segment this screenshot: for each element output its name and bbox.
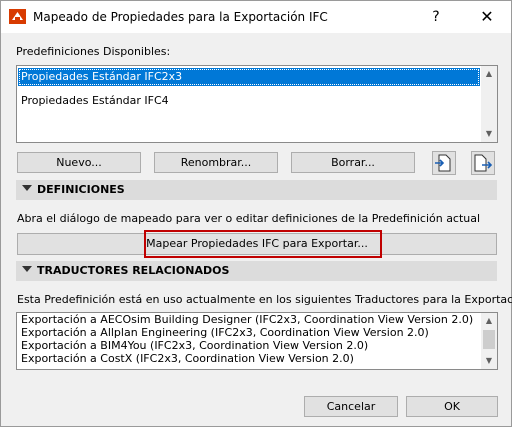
presets-list[interactable]: Propiedades Estándar IFC2x3 Propiedades … [16, 65, 498, 143]
title-bar: Mapeado de Propiedades para la Exportaci… [1, 1, 511, 33]
translators-section-header[interactable]: TRADUCTORES RELACIONADOS [16, 261, 497, 281]
translators-scrollbar[interactable]: ▲ ▼ [481, 313, 497, 369]
definitions-description: Abra el diálogo de mapeado para ver o ed… [17, 212, 481, 225]
scrollbar-thumb[interactable] [483, 330, 495, 349]
cancel-button[interactable]: Cancelar [304, 396, 398, 417]
presets-label: Predefiniciones Disponibles: [16, 45, 171, 58]
import-preset-button[interactable] [432, 151, 456, 175]
collapse-triangle-icon [22, 185, 32, 191]
translator-item[interactable]: Exportación a CostX (IFC2x3, Coordinatio… [18, 352, 480, 366]
translators-section-title: TRADUCTORES RELACIONADOS [37, 264, 230, 277]
highlight-box [144, 230, 382, 258]
translator-item[interactable]: Exportación a BIM4You (IFC2x3, Coordinat… [18, 339, 480, 353]
translator-item[interactable]: Exportación a AECOsim Building Designer … [18, 313, 480, 327]
ok-button[interactable]: OK [406, 396, 498, 417]
preset-item-ifc2x3[interactable]: Propiedades Estándar IFC2x3 [18, 68, 480, 86]
preset-item-ifc4[interactable]: Propiedades Estándar IFC4 [18, 92, 480, 110]
collapse-triangle-icon [22, 266, 32, 272]
translator-item[interactable]: Exportación a Allplan Engineering (IFC2x… [18, 326, 480, 340]
scroll-up-icon[interactable]: ▲ [481, 313, 497, 329]
import-icon [435, 154, 451, 172]
presets-scrollbar[interactable]: ▲ ▼ [481, 66, 497, 142]
scroll-down-icon[interactable]: ▼ [481, 126, 497, 142]
definitions-section-title: DEFINICIONES [37, 183, 125, 196]
rename-preset-button[interactable]: Renombrar... [154, 152, 278, 173]
archicad-app-icon [9, 9, 26, 24]
export-icon [474, 154, 493, 172]
scroll-down-icon[interactable]: ▼ [481, 353, 497, 369]
export-preset-button[interactable] [471, 151, 495, 175]
new-preset-button[interactable]: Nuevo... [17, 152, 141, 173]
close-button[interactable]: ✕ [475, 7, 499, 27]
translators-description: Esta Predefinición está en uso actualmen… [17, 293, 512, 306]
delete-preset-button[interactable]: Borrar... [291, 152, 415, 173]
help-button[interactable]: ? [425, 7, 447, 27]
dialog-window: Mapeado de Propiedades para la Exportaci… [0, 0, 512, 427]
translators-list[interactable]: Exportación a AECOsim Building Designer … [16, 312, 498, 370]
definitions-section-header[interactable]: DEFINICIONES [16, 180, 497, 200]
dialog-title: Mapeado de Propiedades para la Exportaci… [33, 10, 328, 24]
scroll-up-icon[interactable]: ▲ [481, 66, 497, 82]
